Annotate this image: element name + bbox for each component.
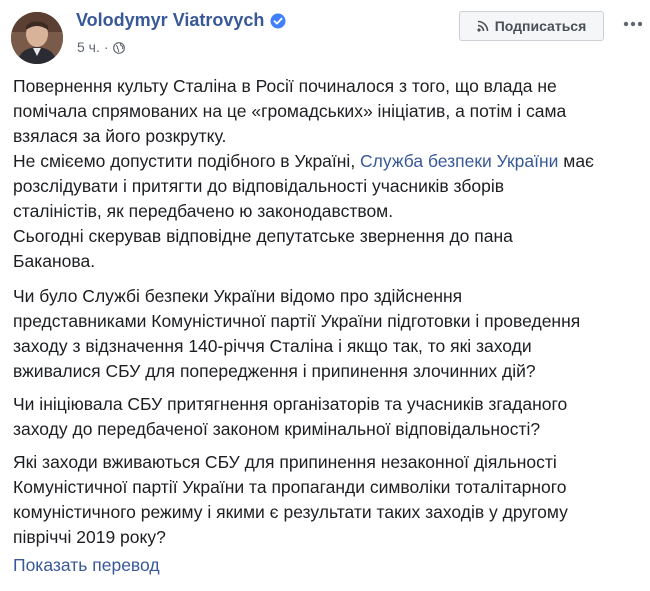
post-line: помічала спрямованих на це «громадських»… bbox=[13, 101, 567, 121]
show-translation-link[interactable]: Показать перевод bbox=[13, 555, 160, 576]
subscribe-button[interactable]: Подписаться bbox=[459, 11, 604, 41]
post-line: заходу до передбаченої законом криміналь… bbox=[13, 419, 541, 439]
post-line: заходу з відзначення 140-річчя Сталіна і… bbox=[13, 336, 532, 356]
facebook-post: Volodymyr Viatrovych 5 ч. · Подписаться … bbox=[0, 0, 650, 591]
post-line: сталіністів, як передбачено ю законодавс… bbox=[13, 201, 394, 221]
more-options-icon[interactable] bbox=[620, 12, 646, 36]
post-line: Чи було Службі безпеки України відомо пр… bbox=[13, 286, 463, 306]
post-meta: 5 ч. · bbox=[77, 39, 125, 55]
post-paragraph-2: Чи було Службі безпеки України відомо пр… bbox=[13, 284, 633, 384]
post-line: комуністичного режиму і якими є результа… bbox=[13, 502, 568, 522]
post-line: Не смієемо допустити подібного в Україні… bbox=[13, 149, 633, 174]
post-text: Не смієемо допустити подібного в Україні… bbox=[13, 151, 361, 171]
post-body: Повернення культу Сталіна в Росії почина… bbox=[13, 74, 633, 558]
post-line: Сьогодні скерував відповідне депутатське… bbox=[13, 226, 513, 246]
sbu-page-link[interactable]: Служба безпеки України bbox=[360, 151, 558, 171]
post-line: Які заходи вживаються СБУ для припинення… bbox=[13, 452, 557, 472]
subscribe-label: Подписаться bbox=[494, 18, 587, 34]
post-header: Volodymyr Viatrovych 5 ч. · Подписаться bbox=[0, 0, 650, 70]
post-text: має bbox=[558, 151, 594, 171]
post-line: Повернення культу Сталіна в Росії почина… bbox=[13, 76, 557, 96]
post-line: півріччі 2019 року? bbox=[13, 527, 166, 547]
rss-icon bbox=[477, 20, 489, 32]
post-line: розслідувати і притягти до відповідально… bbox=[13, 176, 505, 196]
post-line: Баканова. bbox=[13, 251, 96, 271]
author-name[interactable]: Volodymyr Viatrovych bbox=[76, 10, 286, 31]
post-paragraph-4: Які заходи вживаються СБУ для припинення… bbox=[13, 450, 633, 550]
post-line: вживалися СБУ для попередження і припине… bbox=[13, 361, 536, 381]
post-line: Комуністичної партії України та пропаган… bbox=[13, 477, 567, 497]
post-line: представниками Комуністичної партії Укра… bbox=[13, 311, 581, 331]
post-timestamp[interactable]: 5 ч. bbox=[77, 39, 100, 55]
author-name-text[interactable]: Volodymyr Viatrovych bbox=[76, 10, 264, 31]
meta-separator: · bbox=[103, 39, 109, 55]
post-line: взялася за його розкрутку. bbox=[13, 126, 227, 146]
post-paragraph-3: Чи ініціювала СБУ притягнення організато… bbox=[13, 392, 633, 442]
verified-badge-icon bbox=[270, 13, 286, 29]
globe-icon[interactable] bbox=[112, 41, 125, 54]
author-avatar[interactable] bbox=[11, 12, 63, 64]
post-paragraph-1: Повернення культу Сталіна в Росії почина… bbox=[13, 74, 633, 274]
post-line: Чи ініціювала СБУ притягнення організато… bbox=[13, 394, 568, 414]
